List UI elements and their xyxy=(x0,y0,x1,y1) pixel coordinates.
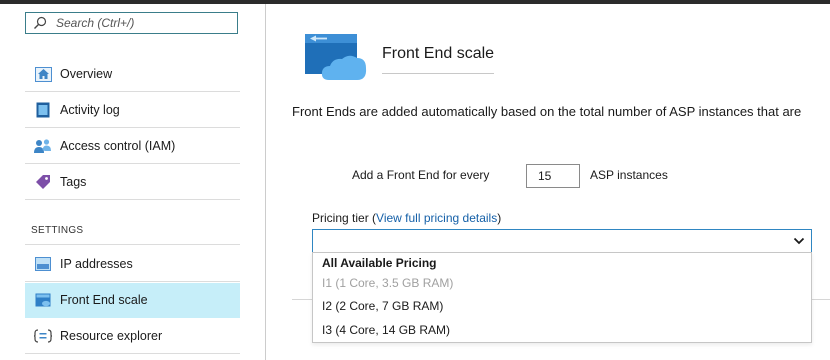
view-pricing-details-link[interactable]: View full pricing details xyxy=(376,211,497,225)
pricing-option-i1: I1 (1 Core, 3.5 GB RAM) xyxy=(322,276,454,290)
search-icon xyxy=(34,16,47,29)
asp-instances-input[interactable] xyxy=(526,164,580,188)
sidebar-item-activity-log[interactable]: Activity log xyxy=(25,93,240,128)
sidebar-item-access-control[interactable]: Access control (IAM) xyxy=(25,129,240,164)
sidebar-item-ip-addresses[interactable]: IP addresses xyxy=(25,247,240,282)
pricing-link-close-paren: ) xyxy=(497,211,502,225)
pricing-tier-select[interactable] xyxy=(312,229,812,253)
pricing-tier-label-text: Pricing tier xyxy=(312,211,369,225)
access-control-icon xyxy=(33,136,53,156)
sidebar-item-label: Overview xyxy=(60,67,113,81)
tag-icon xyxy=(33,172,53,192)
sidebar-divider xyxy=(265,4,266,360)
frontend-ratio-label: Add a Front End for every xyxy=(352,168,490,182)
sidebar-item-label: Front End scale xyxy=(60,293,148,307)
front-end-scale-header-icon xyxy=(305,34,367,80)
sidebar-item-front-end-scale[interactable]: Front End scale xyxy=(25,283,240,318)
asp-instances-unit-label: ASP instances xyxy=(590,168,668,182)
title-underline xyxy=(382,73,494,74)
sidebar-item-label: Activity log xyxy=(60,103,120,117)
resource-explorer-icon xyxy=(33,326,53,346)
page-title: Front End scale xyxy=(382,45,495,62)
chevron-down-icon[interactable] xyxy=(793,236,805,246)
sidebar-item-tags[interactable]: Tags xyxy=(25,165,240,200)
pricing-option-i2[interactable]: I2 (2 Core, 7 GB RAM) xyxy=(322,299,443,313)
front-end-scale-icon xyxy=(33,290,53,310)
pricing-tier-label: Pricing tier (View full pricing details) xyxy=(312,211,501,225)
dropdown-group-header: All Available Pricing xyxy=(322,256,437,270)
sidebar-item-overview[interactable]: Overview xyxy=(25,57,240,92)
sidebar-item-label: IP addresses xyxy=(60,257,133,271)
activity-log-icon xyxy=(33,100,53,120)
overview-icon xyxy=(33,64,53,84)
sidebar-item-resource-explorer[interactable]: Resource explorer xyxy=(25,319,240,354)
settings-section-header: SETTINGS xyxy=(25,218,240,245)
search-box[interactable] xyxy=(25,12,238,34)
pricing-option-i3[interactable]: I3 (4 Core, 14 GB RAM) xyxy=(322,323,450,337)
sidebar-item-label: Tags xyxy=(60,175,87,189)
pricing-tier-dropdown: All Available Pricing I1 (1 Core, 3.5 GB… xyxy=(312,252,812,343)
sidebar-item-label: Access control (IAM) xyxy=(60,139,176,153)
search-input[interactable] xyxy=(56,15,231,31)
page-description: Front Ends are added automatically based… xyxy=(292,104,802,119)
sidebar: Overview Activity log Access control (IA… xyxy=(0,4,265,360)
sidebar-item-label: Resource explorer xyxy=(60,329,163,343)
ip-addresses-icon xyxy=(33,254,53,274)
